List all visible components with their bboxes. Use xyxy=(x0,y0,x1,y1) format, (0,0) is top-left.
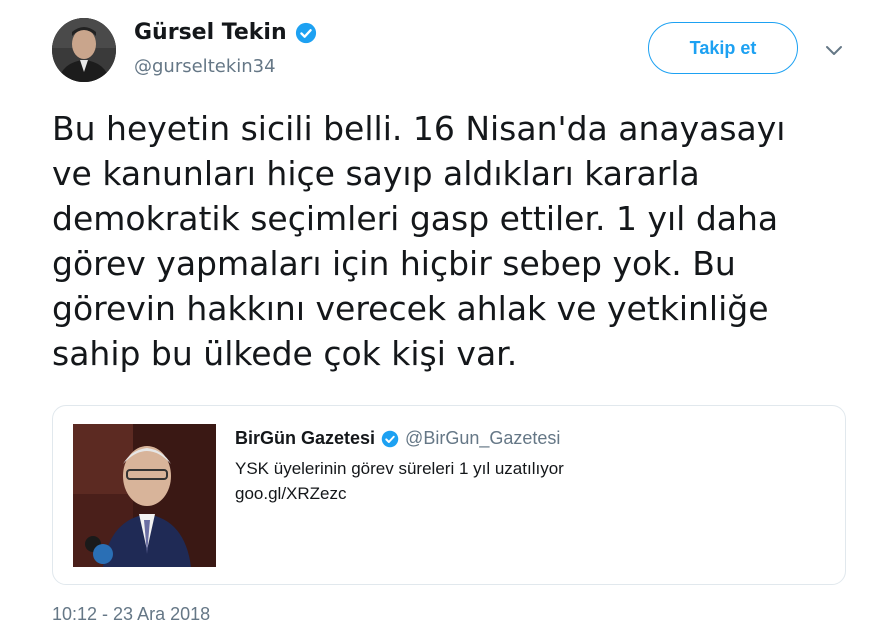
verified-badge-icon xyxy=(381,430,399,447)
author-handle[interactable]: @gurseltekin34 xyxy=(134,56,276,77)
tweet-card: Gürsel Tekin @gurseltekin34 Takip et Bu … xyxy=(0,0,880,639)
author-name[interactable]: Gürsel Tekin xyxy=(134,20,287,45)
quoted-tweet[interactable]: BirGün Gazetesi @BirGun_Gazetesi YSK üye… xyxy=(52,405,846,585)
chevron-down-icon[interactable] xyxy=(822,38,846,62)
avatar-photo xyxy=(52,18,116,82)
quoted-author-handle: @BirGun_Gazetesi xyxy=(405,428,561,448)
quoted-tweet-text: YSK üyelerinin görev süreleri 1 yıl uzat… xyxy=(235,459,564,503)
author-name-row[interactable]: Gürsel Tekin xyxy=(134,20,317,45)
quoted-author-name: BirGün Gazetesi xyxy=(235,428,376,448)
author-avatar[interactable] xyxy=(52,18,116,82)
quoted-tweet-image xyxy=(73,424,216,567)
quoted-tweet-header: BirGün Gazetesi @BirGun_Gazetesi xyxy=(235,428,560,449)
tweet-timestamp[interactable]: 10:12 - 23 Ara 2018 xyxy=(52,604,210,625)
verified-badge-icon xyxy=(295,22,316,43)
follow-button[interactable]: Takip et xyxy=(648,22,798,74)
tweet-text: Bu heyetin sicili belli. 16 Nisan'da ana… xyxy=(52,109,786,373)
